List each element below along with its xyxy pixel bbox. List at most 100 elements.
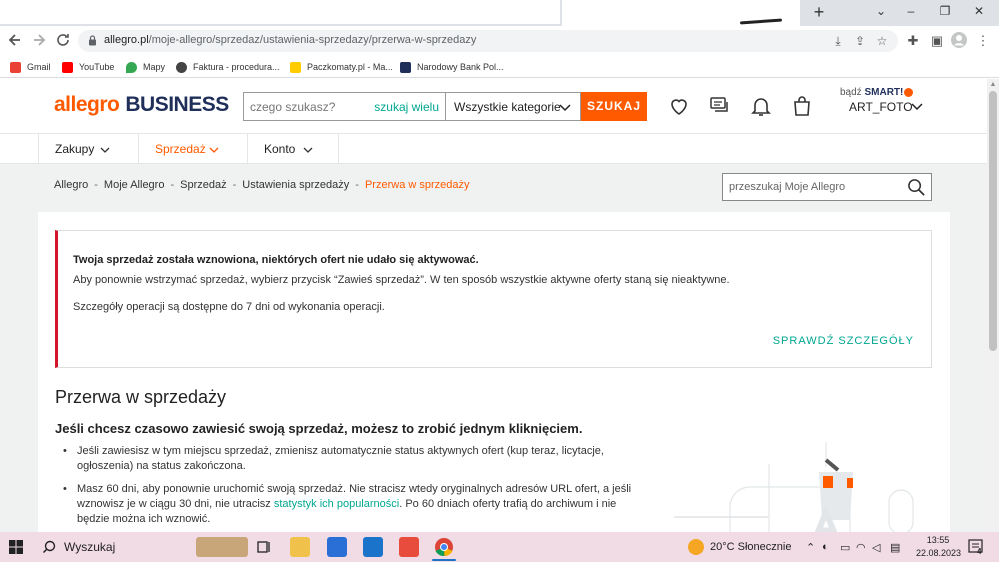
back-arrow-icon[interactable] bbox=[6, 32, 24, 50]
bookmark-gmail[interactable]: Gmail bbox=[10, 59, 51, 75]
scroll-thumb[interactable] bbox=[989, 91, 997, 351]
chevron-down-icon bbox=[559, 104, 571, 112]
taskbar-search[interactable]: Wyszukaj bbox=[34, 535, 184, 559]
breadcrumb-separator: - bbox=[94, 179, 98, 191]
cart-bag-icon[interactable] bbox=[790, 94, 814, 118]
smart-label: SMART! bbox=[864, 87, 904, 98]
minimize-button[interactable]: – bbox=[896, 2, 926, 20]
breadcrumb-item[interactable]: Ustawienia sprzedaży bbox=[242, 179, 349, 191]
url-host: allegro.pl bbox=[104, 34, 149, 46]
main-menu: Zakupy Sprzedaż Konto bbox=[0, 133, 987, 164]
bookmark-star-icon[interactable]: ☆ bbox=[874, 33, 890, 49]
moje-allegro-search-input[interactable] bbox=[723, 174, 898, 200]
maximize-button[interactable]: ❐ bbox=[930, 2, 960, 20]
allegro-business-logo[interactable]: allegro BUSINESS bbox=[54, 93, 229, 117]
keyboard-icon[interactable]: ▤ bbox=[890, 541, 900, 554]
lock-icon bbox=[89, 35, 96, 46]
chevron-down-icon[interactable] bbox=[910, 99, 924, 113]
taskbar-clock[interactable]: 13:55 22.08.2023 bbox=[916, 534, 961, 560]
breadcrumb-separator: - bbox=[355, 179, 359, 191]
new-tab-button[interactable]: + bbox=[810, 2, 828, 22]
active-app-indicator bbox=[432, 559, 456, 561]
close-window-button[interactable]: ✕ bbox=[964, 2, 994, 20]
smart-promo[interactable]: bądź SMART! bbox=[840, 87, 914, 98]
url-path: /moje-allegro/sprzedaz/ustawienia-sprzed… bbox=[148, 34, 477, 46]
reload-icon[interactable] bbox=[54, 32, 72, 50]
file-explorer-icon[interactable] bbox=[290, 537, 310, 557]
list-item-text: Jeśli zawiesisz w tym miejscu sprzedaż, … bbox=[77, 445, 604, 472]
bookmark-youtube[interactable]: YouTube bbox=[62, 59, 114, 75]
search-highlight-image[interactable] bbox=[196, 537, 248, 557]
category-select[interactable]: Wszystkie kategorie bbox=[446, 92, 581, 121]
notice-title: Twoja sprzedaż została wznowiona, niektó… bbox=[73, 254, 479, 266]
menu-item-sprzedaz[interactable]: Sprzedaż bbox=[138, 134, 247, 164]
bookmark-label: Faktura - procedura... bbox=[193, 62, 280, 72]
tray-app-icon[interactable]: ◐ bbox=[822, 541, 829, 553]
address-bar[interactable]: allegro.pl/moje-allegro/sprzedaz/ustawie… bbox=[78, 30, 898, 52]
scroll-up-arrow-icon[interactable]: ▲ bbox=[989, 81, 997, 89]
browser-menu-icon[interactable]: ⋮ bbox=[974, 32, 992, 50]
youtube-icon bbox=[62, 61, 73, 73]
volume-icon[interactable]: ◁ bbox=[872, 541, 880, 554]
tray-app-icon[interactable]: ▭ bbox=[840, 541, 850, 554]
tab-search-chevron-icon[interactable]: ⌄ bbox=[866, 2, 896, 20]
share-icon[interactable]: ⇪ bbox=[852, 33, 868, 49]
section-title: Przerwa w sprzedaży bbox=[55, 387, 227, 407]
globe-icon bbox=[176, 61, 187, 73]
web-page: allegroBUSINESS szukaj wielu Wszystkie k… bbox=[0, 79, 987, 532]
bookmark-paczkomaty[interactable]: Paczkomaty.pl - Ma... bbox=[290, 59, 393, 75]
bookmark-label: YouTube bbox=[79, 62, 115, 72]
logo-allegro-text: allegro bbox=[54, 93, 120, 116]
breadcrumb-current: Przerwa w sprzedaży bbox=[364, 179, 470, 191]
check-details-link[interactable]: SPRAWDŹ SZCZEGÓŁY bbox=[773, 335, 914, 347]
windows-start-icon[interactable] bbox=[8, 539, 24, 555]
url-text: allegro.pl/moje-allegro/sprzedaz/ustawie… bbox=[104, 34, 476, 46]
bookmark-faktura[interactable]: Faktura - procedura... bbox=[176, 59, 280, 75]
extensions-puzzle-icon[interactable]: ✚ bbox=[904, 32, 922, 50]
weather-text[interactable]: 20°C Słonecznie bbox=[710, 541, 791, 553]
search-button[interactable]: SZUKAJ bbox=[581, 92, 647, 121]
search-many-link[interactable]: szukaj wielu bbox=[374, 100, 439, 114]
search-icon[interactable] bbox=[907, 178, 926, 197]
breadcrumb-item[interactable]: Allegro bbox=[54, 179, 88, 191]
bookmark-label: Paczkomaty.pl - Ma... bbox=[307, 62, 393, 72]
browser-tabstrip: + ⌄ – ❐ ✕ bbox=[0, 0, 999, 26]
chrome-icon[interactable] bbox=[434, 537, 454, 557]
gift-app-icon[interactable] bbox=[399, 537, 419, 557]
bookmark-nbp[interactable]: Narodowy Bank Pol... bbox=[400, 59, 504, 75]
task-view-icon[interactable] bbox=[254, 537, 274, 557]
install-app-icon[interactable]: ⤓ bbox=[830, 33, 846, 49]
breadcrumb-item[interactable]: Sprzedaż bbox=[180, 179, 226, 191]
notification-center-icon[interactable] bbox=[968, 539, 984, 558]
page-scrollbar[interactable]: ▲ bbox=[987, 79, 999, 532]
heart-icon[interactable] bbox=[667, 94, 691, 118]
menu-item-label: Sprzedaż bbox=[155, 142, 206, 156]
sun-weather-icon[interactable] bbox=[688, 539, 704, 555]
notifications-bell-icon[interactable] bbox=[749, 94, 773, 118]
mail-icon[interactable] bbox=[363, 537, 383, 557]
chevron-down-icon bbox=[100, 147, 110, 153]
side-panel-icon[interactable]: ▣ bbox=[928, 32, 946, 50]
browser-toolbar: allegro.pl/moje-allegro/sprzedaz/ustawie… bbox=[0, 26, 999, 56]
search-input[interactable] bbox=[244, 93, 374, 120]
popularity-stats-link[interactable]: statystyk ich popularności bbox=[274, 498, 399, 510]
nbp-icon bbox=[400, 61, 411, 73]
messages-icon[interactable] bbox=[708, 94, 732, 118]
search-icon bbox=[42, 540, 56, 554]
tray-chevron-up-icon[interactable]: ⌃ bbox=[806, 541, 815, 554]
forward-arrow-icon[interactable] bbox=[30, 32, 48, 50]
wifi-icon[interactable]: ◠ bbox=[856, 541, 866, 554]
microsoft-store-icon[interactable] bbox=[327, 537, 347, 557]
category-select-value: Wszystkie kategorie bbox=[454, 100, 561, 114]
breadcrumb-item[interactable]: Moje Allegro bbox=[104, 179, 165, 191]
notice-text: Aby ponownie wstrzymać sprzedaż, wybierz… bbox=[73, 274, 730, 286]
chevron-down-icon bbox=[303, 147, 313, 153]
user-account-name[interactable]: ART_FOTO bbox=[849, 100, 913, 114]
menu-item-konto[interactable]: Konto bbox=[247, 134, 339, 164]
breadcrumb-separator: - bbox=[232, 179, 237, 191]
profile-avatar-icon[interactable] bbox=[950, 32, 968, 50]
browser-tab-inactive[interactable] bbox=[0, 0, 560, 24]
info-list: Jeśli zawiesisz w tym miejscu sprzedaż, … bbox=[63, 444, 633, 532]
bookmark-mapy[interactable]: Mapy bbox=[126, 59, 165, 75]
menu-item-zakupy[interactable]: Zakupy bbox=[38, 134, 138, 164]
